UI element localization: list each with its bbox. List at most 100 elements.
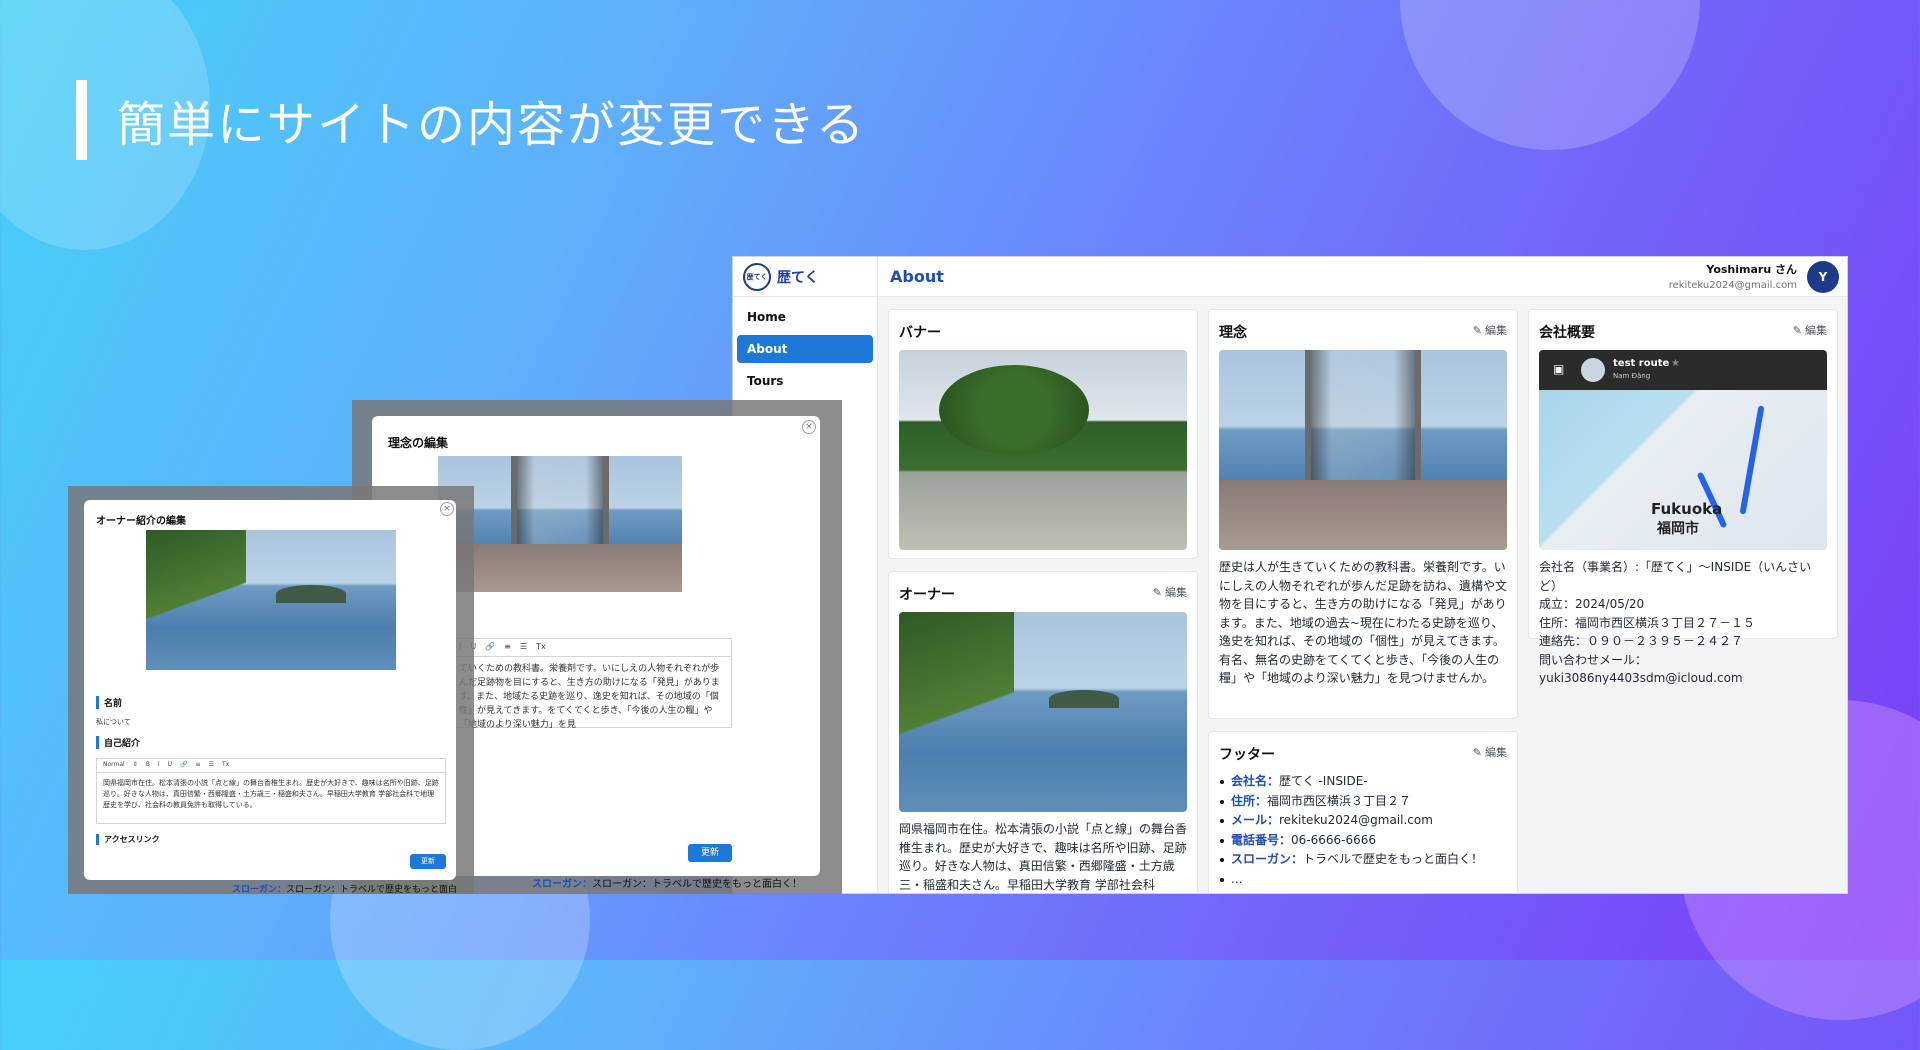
editor-toolbar: Normal ⇕ B I U 🔗 ≡ ☰ Tx [97,759,445,773]
edit-icon: ✎ [1472,745,1482,759]
intro-editor[interactable]: Normal ⇕ B I U 🔗 ≡ ☰ Tx 岡県福岡市在住。松本清張の小説「… [96,758,446,824]
edit-icon: ✎ [1472,323,1482,337]
intro-label: 自己紹介 [96,736,140,749]
editor-text[interactable]: 岡県福岡市在住。松本清張の小説「点と線」の舞台香椎生まれ。歴史が大好きで、趣味は… [97,773,445,816]
panel-icon: ▣ [1553,362,1565,376]
map-city-en: Fukuoka [1651,500,1723,518]
bold-button[interactable]: B [146,761,150,770]
banner-card: バナー [888,309,1198,559]
company-map[interactable]: ▣ test route Nam Đặng ★ Fukuoka 福岡市 [1539,350,1827,550]
slope-shape [146,530,246,670]
close-icon[interactable]: × [440,502,454,516]
update-button[interactable]: 更新 [688,844,732,862]
philosophy-edit-button[interactable]: ✎ 編集 [1473,322,1507,338]
logo-icon: 歴てく [743,262,771,291]
list-item: メール：rekiteku2024@gmail.com [1219,811,1507,831]
behind-slogan: スローガン：スローガン：トラベルで歴史をもっと面白く！ [232,885,458,894]
update-button[interactable]: 更新 [410,854,446,869]
map-header: ▣ test route Nam Đặng ★ [1539,350,1827,390]
owner-card: オーナー ✎ 編集 岡県福岡市在住。松本清張の小説「点と線」の舞台香椎生まれ。歴… [888,571,1198,893]
sidebar-item-about[interactable]: About [737,335,873,363]
name-label: 名前 [96,696,122,709]
company-title: 会社概要 [1539,325,1595,341]
edit-label: 編集 [1485,746,1507,759]
footer-card: フッター ✎ 編集 会社名：歴てく -INSIDE- 住所：福岡市西区横浜３丁目… [1208,731,1518,893]
stone-shape [1219,480,1507,550]
page-title: About [890,267,944,286]
philosophy-image [1219,350,1507,550]
heading-select[interactable]: Normal [103,761,125,770]
banner-title: バナー [899,325,941,341]
footer-title: フッター [1219,747,1275,763]
sidebar-nav: Home About Tours [733,297,877,405]
slope-shape [899,612,1015,812]
company-line: 住所：福岡市西区横浜３丁目２７－１５ [1539,615,1756,630]
list-item: 電話番号：06-6666-6666 [1219,831,1507,851]
topbar: About Yoshimaru さん rekiteku2024@gmail.co… [878,257,1847,297]
ordered-list-icon[interactable]: ≡ [196,761,201,770]
editor-text[interactable]: ていくための教科書。栄養剤です。いにしえの人物それぞれが歩んだ足跡物を目にすると… [453,657,731,737]
owner-edit-modal: オーナー紹介の編集 × 名前 私について 自己紹介 Normal ⇕ B I U… [84,500,456,880]
philosophy-card: 理念 ✎ 編集 歴史は人が生きていくための教科書。栄養剤です。いにしえの人物それ… [1208,309,1518,719]
stone-shape [438,544,682,592]
owner-image [899,612,1187,812]
island-shape [276,585,346,603]
sidebar-item-tours[interactable]: Tours [737,367,873,395]
link-icon[interactable]: 🔗 [180,761,187,770]
route-user: Nam Đặng [1613,372,1651,380]
brand-name: 歴てく [777,269,819,286]
admin-screen: 歴てく 歴てく Home About Tours About Yoshimaru… [732,256,1848,894]
banner-image [899,350,1187,550]
access-link-label: アクセスリンク [96,834,160,845]
close-icon[interactable]: × [802,420,816,434]
edit-icon: ✎ [1152,585,1162,599]
company-line: yuki3086ny4403sdm@icloud.com [1539,671,1743,685]
user-email: rekiteku2024@gmail.com [1668,280,1797,291]
map-city-ja: 福岡市 [1657,521,1699,537]
editor-toolbar: I U 🔗 ≡ ☰ Tx [453,639,731,657]
owner-preview-image [146,530,396,670]
headline: 簡単にサイトの内容が変更できる [76,80,866,160]
philosophy-editor[interactable]: I U 🔗 ≡ ☰ Tx ていくための教科書。栄養剤です。いにしえの人物それぞれ… [452,638,732,730]
list-item: 住所：福岡市西区横浜３丁目２７ [1219,792,1507,812]
island-shape [1049,690,1119,708]
name-field[interactable]: 私について [96,717,131,727]
ordered-list-icon[interactable]: ≡ [504,642,511,653]
owner-title: オーナー [899,587,955,603]
italic-button[interactable]: I [158,761,160,770]
footer-edit-button[interactable]: ✎ 編集 [1473,744,1507,760]
brand[interactable]: 歴てく 歴てく [733,257,877,297]
route-line [1739,405,1765,515]
company-card: 会社概要 ✎ 編集 ▣ test route Nam Đặng ★ Fukuok… [1528,309,1838,685]
bullet-list-icon[interactable]: ☰ [209,761,214,770]
list-item: 会社名：歴てく -INSIDE- [1219,772,1507,792]
edit-icon: ✎ [1792,323,1802,337]
company-line: 問い合わせメール： [1539,652,1648,667]
philosophy-preview-image [438,456,682,592]
behind-slogan: スローガン：スローガン：トラベルで歴史をもっと面白く！ [532,879,802,890]
decor-circle [1400,0,1700,150]
clear-format-icon[interactable]: Tx [222,761,229,770]
user-name: Yoshimaru さん [1706,263,1797,276]
link-icon[interactable]: 🔗 [485,642,495,653]
underline-button[interactable]: U [168,761,172,770]
clear-format-icon[interactable]: Tx [536,642,546,653]
company-line: 成立：2024/05/20 [1539,597,1645,611]
modal-title: オーナー紹介の編集 [96,516,186,527]
owner-modal-screenshot: スローガン：スローガン：トラベルで歴史をもっと面白く！ オーナー紹介の編集 × … [68,486,474,894]
star-icon[interactable]: ★ [1671,358,1680,369]
bullet-list-icon[interactable]: ☰ [520,642,527,653]
company-line: 連絡先：０９０－２３９５－２４２７ [1539,634,1744,648]
company-info: 会社名（事業名）:「歴てく」～INSIDE（いんさいど） 成立：2024/05/… [1539,558,1827,688]
list-item: スローガン：トラベルで歴史をもっと面白く！ [1219,850,1507,870]
avatar[interactable]: Y [1807,261,1839,293]
edit-label: 編集 [1485,324,1507,337]
list-item: ... [1219,870,1507,890]
sidebar-item-home[interactable]: Home [737,303,873,331]
philosophy-title: 理念 [1219,325,1247,341]
company-edit-button[interactable]: ✎ 編集 [1793,322,1827,338]
owner-edit-button[interactable]: ✎ 編集 [1153,584,1187,600]
route-name: test route [1613,358,1670,369]
owner-text: 岡県福岡市在住。松本清張の小説「点と線」の舞台香椎生まれ。歴史が大好きで、趣味は… [899,822,1188,892]
user-info: Yoshimaru さん rekiteku2024@gmail.com [1669,261,1797,291]
